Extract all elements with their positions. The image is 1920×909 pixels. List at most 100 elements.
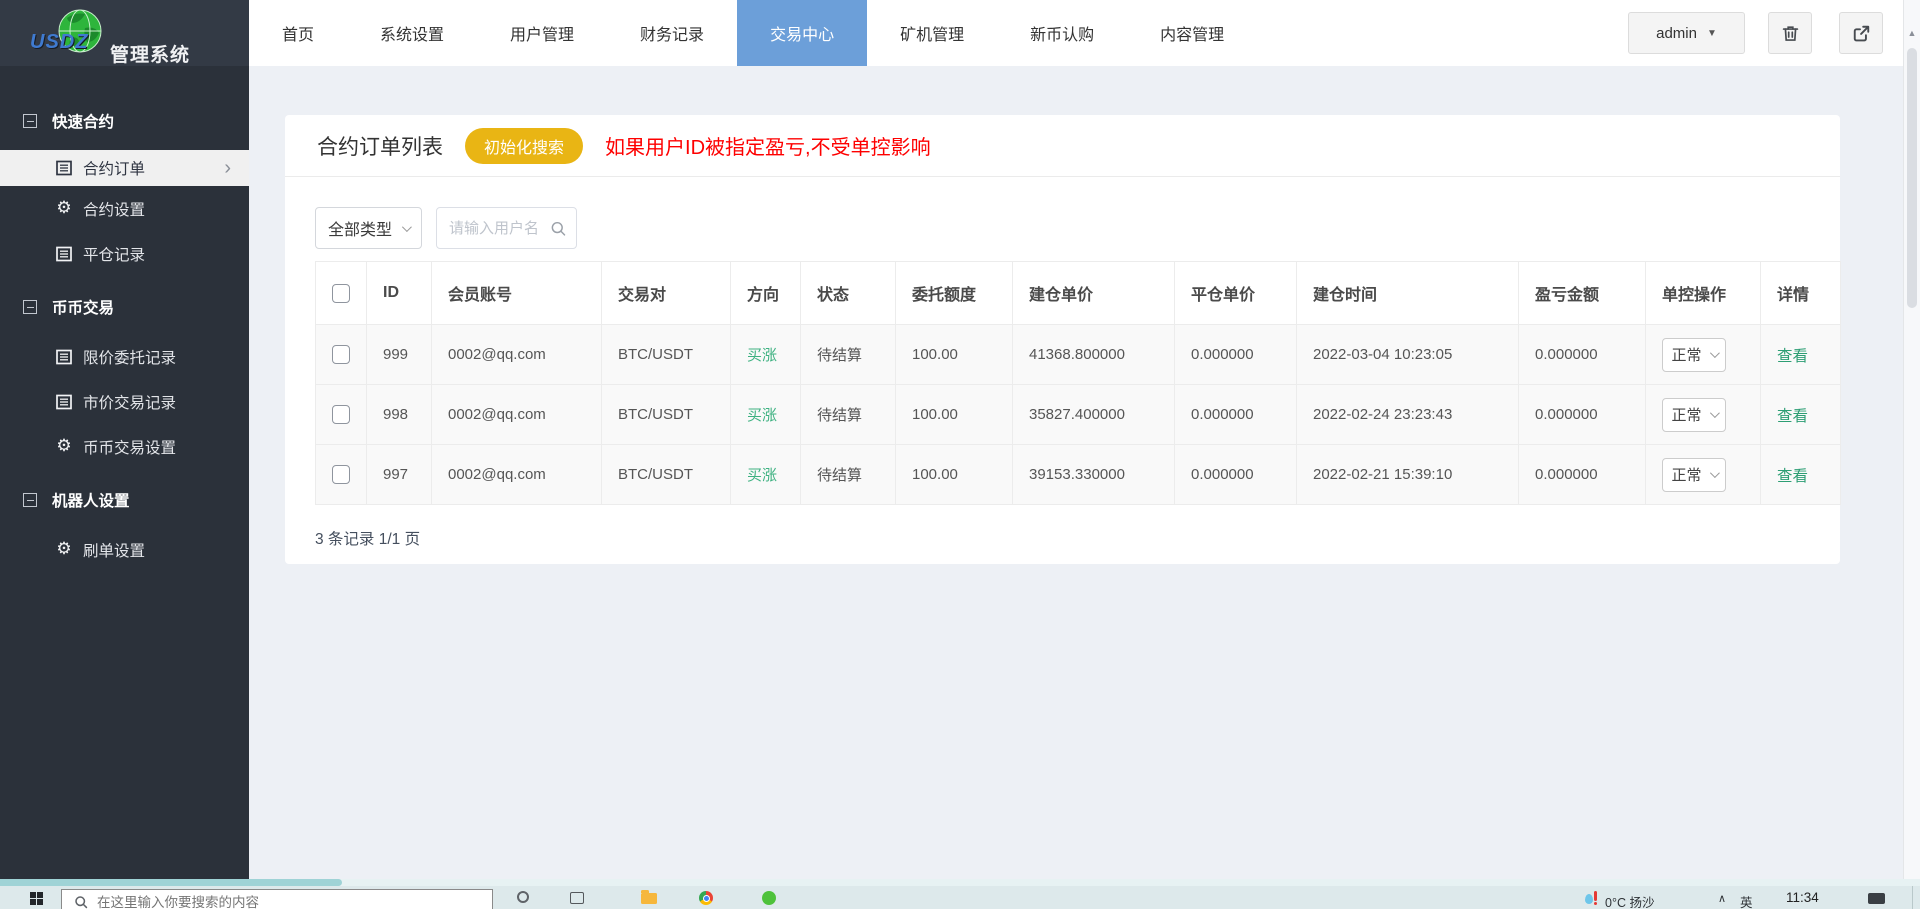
username-search-box[interactable] [436, 207, 577, 249]
chevron-down-icon [1709, 468, 1720, 479]
collapse-icon [23, 493, 37, 507]
control-select[interactable]: 正常 [1662, 337, 1726, 372]
file-explorer-icon[interactable] [641, 890, 657, 904]
tab-system-settings[interactable]: 系统设置 [347, 0, 477, 66]
ime-indicator[interactable]: 英 [1740, 892, 1753, 909]
cortana-icon[interactable] [517, 891, 529, 903]
sidebar-item-coin-trade-settings[interactable]: ⚙ 币币交易设置 [0, 424, 249, 469]
horizontal-scrollbar-thumb[interactable] [0, 879, 342, 886]
tab-home[interactable]: 首页 [249, 0, 347, 66]
sidebar-item-market-records[interactable]: 市价交易记录 [0, 379, 249, 424]
weather-icon[interactable] [1585, 891, 1599, 905]
taskbar-search-box[interactable] [61, 889, 493, 909]
scroll-up-arrow-icon[interactable]: ▲ [1904, 28, 1920, 38]
sidebar-section-robot-settings[interactable]: 机器人设置 [0, 481, 249, 519]
col-close-price: 平仓单价 [1174, 261, 1297, 325]
pagination-summary: 3 条记录 1/1 页 [315, 531, 421, 548]
cell-control: 正常 [1645, 444, 1761, 505]
messenger-app-icon[interactable] [762, 891, 776, 905]
control-select[interactable]: 正常 [1662, 397, 1726, 432]
tray-expand-icon[interactable]: ∧ [1718, 892, 1726, 905]
sidebar-item-close-records[interactable]: 平仓记录 [0, 231, 249, 276]
sidebar-item-label: 币币交易设置 [83, 439, 177, 457]
taskbar-search-input[interactable] [97, 895, 457, 909]
gear-icon: ⚙ [56, 539, 72, 559]
init-search-button[interactable]: 初始化搜索 [465, 127, 584, 164]
chevron-down-icon [401, 221, 412, 232]
section-label: 币币交易 [52, 300, 115, 317]
task-view-icon[interactable] [570, 892, 584, 904]
sidebar-item-contract-orders[interactable]: 合约订单 › [0, 150, 249, 186]
row-checkbox[interactable] [332, 465, 350, 484]
sidebar-item-label: 合约订单 [83, 161, 146, 178]
tab-miner-management[interactable]: 矿机管理 [867, 0, 997, 66]
cell-pnl: 0.000000 [1518, 384, 1646, 445]
vertical-scrollbar-thumb[interactable] [1907, 48, 1917, 308]
windows-taskbar: 0°C 扬沙 ∧ 英 11:34 [0, 886, 1920, 909]
table-row: 999 0002@qq.com BTC/USDT 买涨 待结算 100.00 4… [315, 324, 1841, 385]
admin-dropdown[interactable]: admin ▼ [1628, 12, 1745, 54]
control-select[interactable]: 正常 [1662, 457, 1726, 492]
detail-link[interactable]: 查看 [1777, 348, 1808, 365]
username-search-input[interactable] [449, 219, 550, 237]
row-checkbox[interactable] [332, 345, 350, 364]
chrome-icon[interactable] [699, 891, 713, 905]
card-header: 合约订单列表 初始化搜索 如果用户ID被指定盈亏,不受单控影响 [285, 115, 1840, 177]
row-checkbox[interactable] [332, 405, 350, 424]
clock[interactable]: 11:34 [1786, 890, 1819, 905]
detail-link[interactable]: 查看 [1777, 468, 1808, 485]
logout-export-button[interactable] [1839, 12, 1883, 54]
tab-content-management[interactable]: 内容管理 [1127, 0, 1257, 66]
action-center-icon[interactable] [1868, 893, 1885, 904]
chevron-down-icon [1709, 408, 1720, 419]
sidebar-item-label: 合约设置 [83, 201, 146, 219]
list-icon [55, 160, 73, 176]
cell-direction: 买涨 [730, 384, 801, 445]
sidebar-item-label: 限价委托记录 [83, 349, 177, 367]
list-icon [55, 246, 73, 262]
sidebar-item-brush-order-settings[interactable]: ⚙ 刷单设置 [0, 527, 249, 572]
list-icon [55, 394, 73, 410]
section-label: 快速合约 [52, 114, 115, 131]
cell-open-time: 2022-02-21 15:39:10 [1296, 444, 1519, 505]
trash-button[interactable] [1768, 12, 1812, 54]
cell-pnl: 0.000000 [1518, 444, 1646, 505]
show-desktop-divider[interactable] [1912, 886, 1913, 909]
cell-open-price: 41368.800000 [1012, 324, 1175, 385]
cell-id: 997 [366, 444, 432, 505]
main-content: 合约订单列表 初始化搜索 如果用户ID被指定盈亏,不受单控影响 全部类型 请输入… [249, 66, 1903, 879]
cell-status: 待结算 [800, 444, 896, 505]
col-pnl: 盈亏金额 [1518, 261, 1646, 325]
tab-user-management[interactable]: 用户管理 [477, 0, 607, 66]
tab-finance-records[interactable]: 财务记录 [607, 0, 737, 66]
sidebar-section-quick-contract[interactable]: 快速合约 [0, 102, 249, 140]
select-all-checkbox[interactable] [332, 283, 350, 303]
cell-pair: BTC/USDT [601, 384, 731, 445]
horizontal-scrollbar[interactable] [0, 879, 1920, 886]
sidebar-item-contract-settings[interactable]: ⚙ 合约设置 [0, 186, 249, 231]
type-filter-select[interactable]: 全部类型 [315, 207, 422, 249]
cell-amount: 100.00 [895, 384, 1013, 445]
tab-new-coin-subscription[interactable]: 新币认购 [997, 0, 1127, 66]
start-button-icon[interactable] [30, 892, 36, 898]
cell-account: 0002@qq.com [431, 384, 602, 445]
sidebar-item-limit-orders[interactable]: 限价委托记录 [0, 334, 249, 379]
sidebar-menu: 快速合约 合约订单 › ⚙ 合约设置 平仓记录 币币交易 限价委托记录 市价交易… [0, 66, 249, 572]
table-row: 997 0002@qq.com BTC/USDT 买涨 待结算 100.00 3… [315, 444, 1841, 505]
row-checkbox-cell [315, 384, 367, 445]
filter-row: 全部类型 [315, 207, 1840, 249]
table-body: 999 0002@qq.com BTC/USDT 买涨 待结算 100.00 4… [315, 324, 1841, 505]
vertical-scrollbar[interactable]: ▲ [1903, 0, 1920, 879]
cell-amount: 100.00 [895, 444, 1013, 505]
cell-account: 0002@qq.com [431, 444, 602, 505]
cell-status: 待结算 [800, 324, 896, 385]
cell-detail: 查看 [1760, 384, 1841, 445]
search-icon [551, 221, 565, 236]
sidebar-section-coin-trade[interactable]: 币币交易 [0, 288, 249, 326]
tab-trade-center[interactable]: 交易中心 [737, 0, 868, 66]
trash-icon [1782, 25, 1798, 41]
col-pair: 交易对 [601, 261, 731, 325]
detail-link[interactable]: 查看 [1777, 408, 1808, 425]
weather-label[interactable]: 0°C 扬沙 [1605, 892, 1654, 909]
cell-control: 正常 [1645, 324, 1761, 385]
